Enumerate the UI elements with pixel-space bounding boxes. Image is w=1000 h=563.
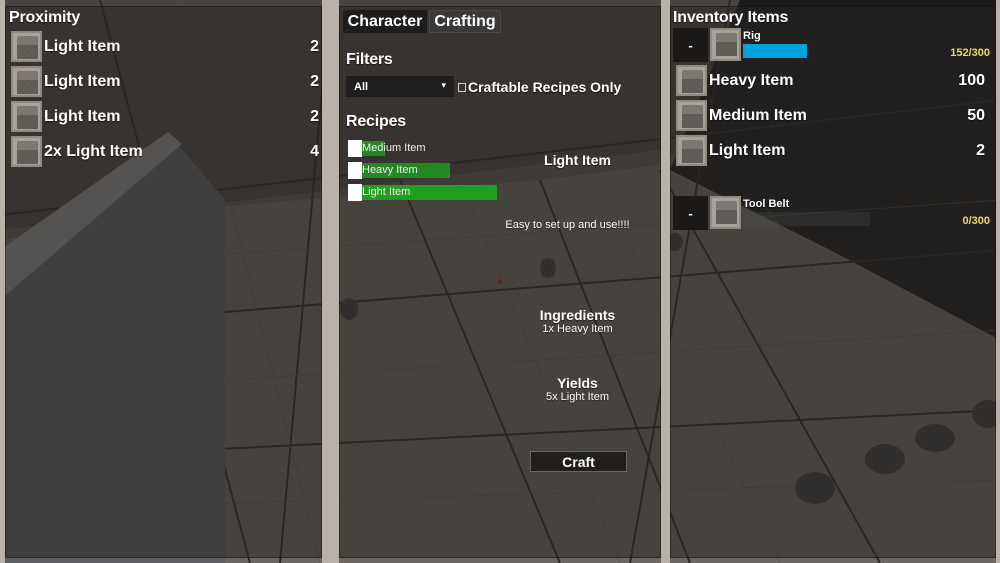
filters-title: Filters bbox=[346, 51, 393, 68]
recipe-name: Heavy Item bbox=[362, 163, 418, 176]
item-count: 2 bbox=[310, 107, 319, 125]
container-tool-belt: - Tool Belt 0/300 bbox=[673, 196, 993, 230]
item-cube-icon bbox=[676, 135, 707, 166]
container-name: Tool Belt bbox=[743, 198, 790, 210]
filter-dropdown[interactable]: All ▾ bbox=[346, 76, 454, 97]
recipe-thumbnail bbox=[348, 161, 362, 179]
filter-dropdown-value: All bbox=[354, 80, 369, 93]
container-name: Rig bbox=[743, 30, 761, 42]
proximity-title: Proximity bbox=[9, 9, 81, 26]
recipe-progress-bar: Medium Item bbox=[362, 140, 497, 156]
inventory-title: Inventory Items bbox=[673, 9, 789, 26]
ingredients-value: 1x Heavy Item bbox=[542, 323, 613, 335]
yields-value: 5x Light Item bbox=[546, 391, 609, 403]
capacity-bar bbox=[743, 44, 870, 58]
recipe-progress-bar: Light Item bbox=[362, 184, 497, 200]
item-count: 2 bbox=[310, 72, 319, 90]
container-cube-icon bbox=[710, 196, 741, 229]
capacity-text: 152/300 bbox=[950, 47, 990, 59]
capacity-text: 0/300 bbox=[962, 215, 990, 227]
recipes-title: Recipes bbox=[346, 113, 406, 130]
item-count: 2 bbox=[976, 141, 985, 159]
tab-crafting[interactable]: Crafting bbox=[429, 10, 501, 33]
capacity-bar bbox=[743, 212, 870, 226]
item-name: Light Item bbox=[709, 141, 786, 159]
item-name: Light Item bbox=[44, 107, 121, 125]
item-cube-icon bbox=[676, 100, 707, 131]
item-name: Light Item bbox=[44, 37, 121, 55]
craftable-only-label: Craftable Recipes Only bbox=[468, 79, 622, 95]
container-cube-icon bbox=[710, 28, 741, 61]
container-rig: - Rig 152/300 bbox=[673, 28, 993, 62]
selected-recipe-description: Easy to set up and use!!!! bbox=[505, 219, 630, 231]
recipe-name: Light Item bbox=[362, 185, 411, 198]
inventory-item[interactable]: Medium Item 50 bbox=[676, 99, 988, 132]
inventory-item[interactable]: Light Item 2 bbox=[676, 134, 988, 167]
item-cube-icon bbox=[11, 101, 42, 132]
checkbox-icon bbox=[458, 83, 466, 92]
item-cube-icon bbox=[11, 31, 42, 62]
proximity-item[interactable]: Light Item 2 bbox=[11, 30, 319, 63]
proximity-item[interactable]: Light Item 2 bbox=[11, 65, 319, 98]
craft-button[interactable]: Craft bbox=[530, 451, 627, 472]
item-cube-icon bbox=[11, 66, 42, 97]
item-cube-icon bbox=[11, 136, 42, 167]
item-count: 100 bbox=[958, 71, 985, 89]
item-name: Heavy Item bbox=[709, 71, 794, 89]
recipe-progress-bar: Heavy Item bbox=[362, 162, 497, 178]
item-name: Medium Item bbox=[709, 106, 807, 124]
yields-title: Yields bbox=[557, 375, 598, 391]
recipe-thumbnail bbox=[348, 139, 362, 157]
chevron-down-icon: ▾ bbox=[441, 80, 446, 90]
item-name: Light Item bbox=[44, 72, 121, 90]
item-count: 4 bbox=[310, 142, 319, 160]
tab-character[interactable]: Character bbox=[343, 10, 427, 33]
crafting-panel: Character Crafting Filters All ▾ Craftab… bbox=[339, 6, 661, 558]
recipe-item[interactable]: Medium Item bbox=[348, 139, 497, 157]
frame-strip bbox=[996, 0, 1000, 563]
frame-strip bbox=[661, 0, 670, 563]
proximity-panel: Proximity Light Item 2 Light Item 2 Ligh… bbox=[5, 6, 322, 558]
selected-recipe-name: Light Item bbox=[544, 152, 611, 168]
collapse-container-button[interactable]: - bbox=[673, 196, 708, 230]
inventory-panel: Inventory Items - Rig 152/300 Heavy Item… bbox=[670, 6, 996, 558]
item-count: 50 bbox=[967, 106, 985, 124]
ingredients-title: Ingredients bbox=[539, 307, 616, 323]
recipe-item[interactable]: Heavy Item bbox=[348, 161, 497, 179]
collapse-container-button[interactable]: - bbox=[673, 28, 708, 62]
proximity-item[interactable]: Light Item 2 bbox=[11, 100, 319, 133]
item-count: 2 bbox=[310, 37, 319, 55]
proximity-item[interactable]: 2x Light Item 4 bbox=[11, 135, 319, 168]
capacity-fill bbox=[743, 44, 808, 58]
recipe-thumbnail bbox=[348, 183, 362, 201]
craftable-only-checkbox[interactable]: Craftable Recipes Only bbox=[458, 77, 621, 97]
item-cube-icon bbox=[676, 65, 707, 96]
item-name: 2x Light Item bbox=[44, 142, 143, 160]
recipe-item[interactable]: Light Item bbox=[348, 183, 497, 201]
inventory-item[interactable]: Heavy Item 100 bbox=[676, 64, 988, 97]
recipe-name: Medium Item bbox=[362, 141, 426, 154]
frame-strip bbox=[322, 0, 339, 563]
